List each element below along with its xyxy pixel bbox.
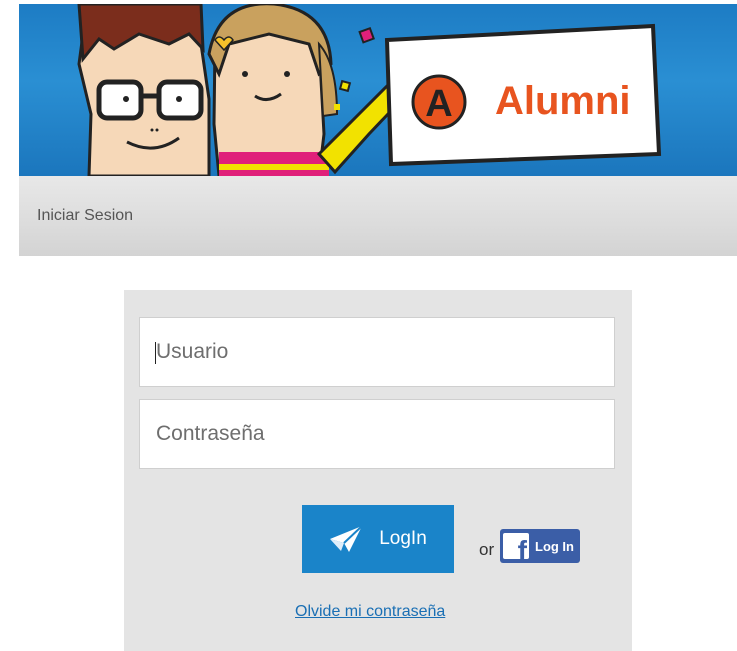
login-button[interactable]: LogIn <box>302 505 454 573</box>
facebook-login-button[interactable]: f Log In <box>500 529 580 563</box>
login-card: LogIn or f Log In Olvide mi contraseña <box>124 290 632 651</box>
facebook-login-label: Log In <box>535 538 574 554</box>
text-caret <box>155 342 156 364</box>
girl-character-illustration <box>207 4 339 176</box>
breadcrumb-label: Iniciar Sesion <box>37 207 134 224</box>
header-banner: A Alumni <box>19 4 737 176</box>
username-field-wrapper <box>139 317 615 387</box>
username-input[interactable] <box>140 318 614 386</box>
password-input[interactable] <box>140 400 614 468</box>
facebook-f-icon: f <box>503 533 529 559</box>
login-page: A Alumni Iniciar Sesion LogIn or f <box>0 0 737 651</box>
brand-sign-board: A Alumni <box>384 23 662 167</box>
brand-text: Alumni <box>495 79 631 123</box>
paper-plane-icon <box>330 525 363 552</box>
boy-character-illustration <box>77 4 211 176</box>
password-field-wrapper <box>139 399 615 469</box>
forgot-password-link[interactable]: Olvide mi contraseña <box>295 603 445 621</box>
or-separator-text: or <box>479 540 495 559</box>
breadcrumb-bar: Iniciar Sesion <box>19 176 737 256</box>
banner-illustration: A Alumni <box>77 4 662 176</box>
svg-text:A: A <box>425 83 452 125</box>
login-button-label: LogIn <box>379 528 427 549</box>
